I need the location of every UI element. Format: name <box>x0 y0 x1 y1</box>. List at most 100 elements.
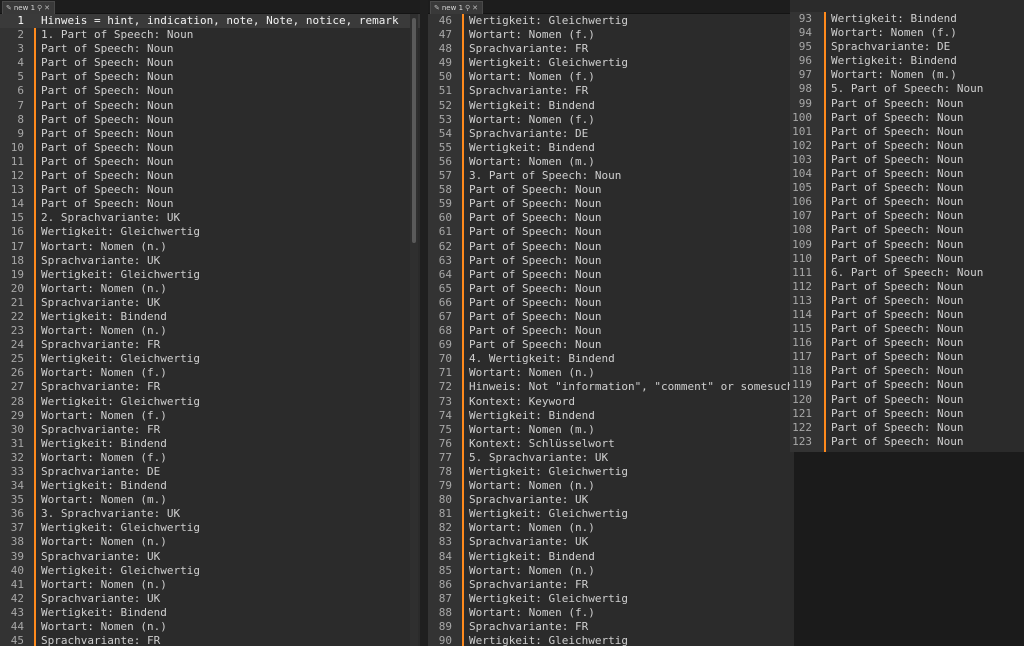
code-line[interactable]: 86 Sprachvariante: FR <box>428 578 794 592</box>
code-line[interactable]: 37 Wertigkeit: Gleichwertig <box>0 521 420 535</box>
code-line[interactable]: 22 Wertigkeit: Bindend <box>0 310 420 324</box>
code-line[interactable]: 113 Part of Speech: Noun <box>790 294 1024 308</box>
code-line[interactable]: 47 Wortart: Nomen (f.) <box>428 28 794 42</box>
code-line[interactable]: 36 3. Sprachvariante: UK <box>0 507 420 521</box>
code-line[interactable]: 64 Part of Speech: Noun <box>428 268 794 282</box>
code-line[interactable]: 30 Sprachvariante: FR <box>0 423 420 437</box>
code-line[interactable]: 26 Wortart: Nomen (f.) <box>0 366 420 380</box>
line-text[interactable]: Wertigkeit: Bindend <box>469 409 595 423</box>
scrollbar-thumb[interactable] <box>412 18 416 243</box>
line-text[interactable]: Part of Speech: Noun <box>831 125 963 139</box>
code-line[interactable]: 25 Wertigkeit: Gleichwertig <box>0 352 420 366</box>
line-text[interactable]: Wortart: Nomen (m.) <box>831 68 957 82</box>
line-text[interactable]: Part of Speech: Noun <box>469 282 601 296</box>
code-line[interactable]: 35 Wortart: Nomen (m.) <box>0 493 420 507</box>
line-text[interactable]: Sprachvariante: UK <box>41 254 160 268</box>
code-line[interactable]: 121 Part of Speech: Noun <box>790 407 1024 421</box>
code-line[interactable]: 16 Wertigkeit: Gleichwertig <box>0 225 420 239</box>
line-text[interactable]: Part of Speech: Noun <box>469 310 601 324</box>
code-lines[interactable]: 1 Hinweis = hint, indication, note, Note,… <box>0 14 420 646</box>
vertical-scrollbar[interactable] <box>410 14 418 646</box>
code-line[interactable]: 118 Part of Speech: Noun <box>790 364 1024 378</box>
line-text[interactable]: Wertigkeit: Bindend <box>469 550 595 564</box>
code-line[interactable]: 82 Wortart: Nomen (n.) <box>428 521 794 535</box>
line-text[interactable]: 2. Sprachvariante: UK <box>41 211 180 225</box>
code-line[interactable]: 80 Sprachvariante: UK <box>428 493 794 507</box>
code-line[interactable]: 89 Sprachvariante: FR <box>428 620 794 634</box>
code-line[interactable]: 78 Wertigkeit: Gleichwertig <box>428 465 794 479</box>
tab-new-1[interactable]: ✎ new 1 ⚲ ✕ <box>430 1 484 14</box>
code-line[interactable]: 57 3. Part of Speech: Noun <box>428 169 794 183</box>
line-text[interactable]: Wertigkeit: Bindend <box>469 99 595 113</box>
code-line[interactable]: 84 Wertigkeit: Bindend <box>428 550 794 564</box>
line-text[interactable]: Wertigkeit: Bindend <box>831 12 957 26</box>
line-text[interactable]: Wortart: Nomen (f.) <box>469 113 595 127</box>
line-text[interactable]: Part of Speech: Noun <box>831 421 963 435</box>
line-text[interactable]: Wertigkeit: Bindend <box>41 437 167 451</box>
code-line[interactable]: 10 Part of Speech: Noun <box>0 141 420 155</box>
code-line[interactable]: 56 Wortart: Nomen (m.) <box>428 155 794 169</box>
line-text[interactable]: Part of Speech: Noun <box>831 280 963 294</box>
code-line[interactable]: 42 Sprachvariante: UK <box>0 592 420 606</box>
code-line[interactable]: 43 Wertigkeit: Bindend <box>0 606 420 620</box>
line-text[interactable]: Part of Speech: Noun <box>831 393 963 407</box>
code-line[interactable]: 98 5. Part of Speech: Noun <box>790 82 1024 96</box>
code-line[interactable]: 50 Wortart: Nomen (f.) <box>428 70 794 84</box>
code-line[interactable]: 104 Part of Speech: Noun <box>790 167 1024 181</box>
line-text[interactable]: Kontext: Schlüsselwort <box>469 437 615 451</box>
code-line[interactable]: 39 Sprachvariante: UK <box>0 550 420 564</box>
line-text[interactable]: 1. Part of Speech: Noun <box>41 28 193 42</box>
code-line[interactable]: 67 Part of Speech: Noun <box>428 310 794 324</box>
code-line[interactable]: 59 Part of Speech: Noun <box>428 197 794 211</box>
code-line[interactable]: 103 Part of Speech: Noun <box>790 153 1024 167</box>
code-line[interactable]: 41 Wortart: Nomen (n.) <box>0 578 420 592</box>
line-text[interactable]: Part of Speech: Noun <box>41 56 173 70</box>
code-line[interactable]: 55 Wertigkeit: Bindend <box>428 141 794 155</box>
code-line[interactable]: 83 Sprachvariante: UK <box>428 535 794 549</box>
code-line[interactable]: 20 Wortart: Nomen (n.) <box>0 282 420 296</box>
line-text[interactable]: Part of Speech: Noun <box>469 338 601 352</box>
line-text[interactable]: Wortart: Nomen (n.) <box>41 578 167 592</box>
code-line[interactable]: 100 Part of Speech: Noun <box>790 111 1024 125</box>
code-line[interactable]: 102 Part of Speech: Noun <box>790 139 1024 153</box>
line-text[interactable]: Part of Speech: Noun <box>831 181 963 195</box>
code-line[interactable]: 52 Wertigkeit: Bindend <box>428 99 794 113</box>
line-text[interactable]: Wertigkeit: Bindend <box>41 606 167 620</box>
code-line[interactable]: 114 Part of Speech: Noun <box>790 308 1024 322</box>
line-text[interactable]: Part of Speech: Noun <box>469 254 601 268</box>
code-line[interactable]: 61 Part of Speech: Noun <box>428 225 794 239</box>
line-text[interactable]: Part of Speech: Noun <box>469 324 601 338</box>
line-text[interactable]: Wertigkeit: Gleichwertig <box>469 592 628 606</box>
line-text[interactable]: Part of Speech: Noun <box>41 42 173 56</box>
line-text[interactable]: Wertigkeit: Bindend <box>831 54 957 68</box>
line-text[interactable]: Wortart: Nomen (n.) <box>41 324 167 338</box>
line-text[interactable]: Sprachvariante: DE <box>41 465 160 479</box>
line-text[interactable]: Part of Speech: Noun <box>469 197 601 211</box>
line-text[interactable]: 4. Wertigkeit: Bindend <box>469 352 615 366</box>
line-text[interactable]: Wortart: Nomen (n.) <box>41 282 167 296</box>
code-line[interactable]: 106 Part of Speech: Noun <box>790 195 1024 209</box>
code-line[interactable]: 45 Sprachvariante: FR <box>0 634 420 646</box>
line-text[interactable]: Part of Speech: Noun <box>831 364 963 378</box>
line-text[interactable]: Wortart: Nomen (f.) <box>41 366 167 380</box>
line-text[interactable]: Part of Speech: Noun <box>469 240 601 254</box>
close-icon[interactable]: ✕ <box>44 4 50 12</box>
line-text[interactable]: Part of Speech: Noun <box>831 195 963 209</box>
code-line[interactable]: 95 Sprachvariante: DE <box>790 40 1024 54</box>
line-text[interactable]: Part of Speech: Noun <box>41 141 173 155</box>
line-text[interactable]: Sprachvariante: DE <box>469 127 588 141</box>
line-text[interactable]: Wortart: Nomen (n.) <box>469 564 595 578</box>
code-line[interactable]: 62 Part of Speech: Noun <box>428 240 794 254</box>
code-line[interactable]: 2 1. Part of Speech: Noun <box>0 28 420 42</box>
code-line[interactable]: 4 Part of Speech: Noun <box>0 56 420 70</box>
tab-new-1[interactable]: ✎ new 1 ⚲ ✕ <box>2 1 56 14</box>
line-text[interactable]: Wortart: Nomen (m.) <box>469 423 595 437</box>
code-line[interactable]: 120 Part of Speech: Noun <box>790 393 1024 407</box>
code-line[interactable]: 12 Part of Speech: Noun <box>0 169 420 183</box>
line-text[interactable]: Wortart: Nomen (f.) <box>831 26 957 40</box>
line-text[interactable]: Wertigkeit: Bindend <box>41 479 167 493</box>
code-line[interactable]: 85 Wortart: Nomen (n.) <box>428 564 794 578</box>
line-text[interactable]: Wortart: Nomen (f.) <box>469 606 595 620</box>
code-line[interactable]: 31 Wertigkeit: Bindend <box>0 437 420 451</box>
code-line[interactable]: 1 Hinweis = hint, indication, note, Note,… <box>0 14 420 29</box>
